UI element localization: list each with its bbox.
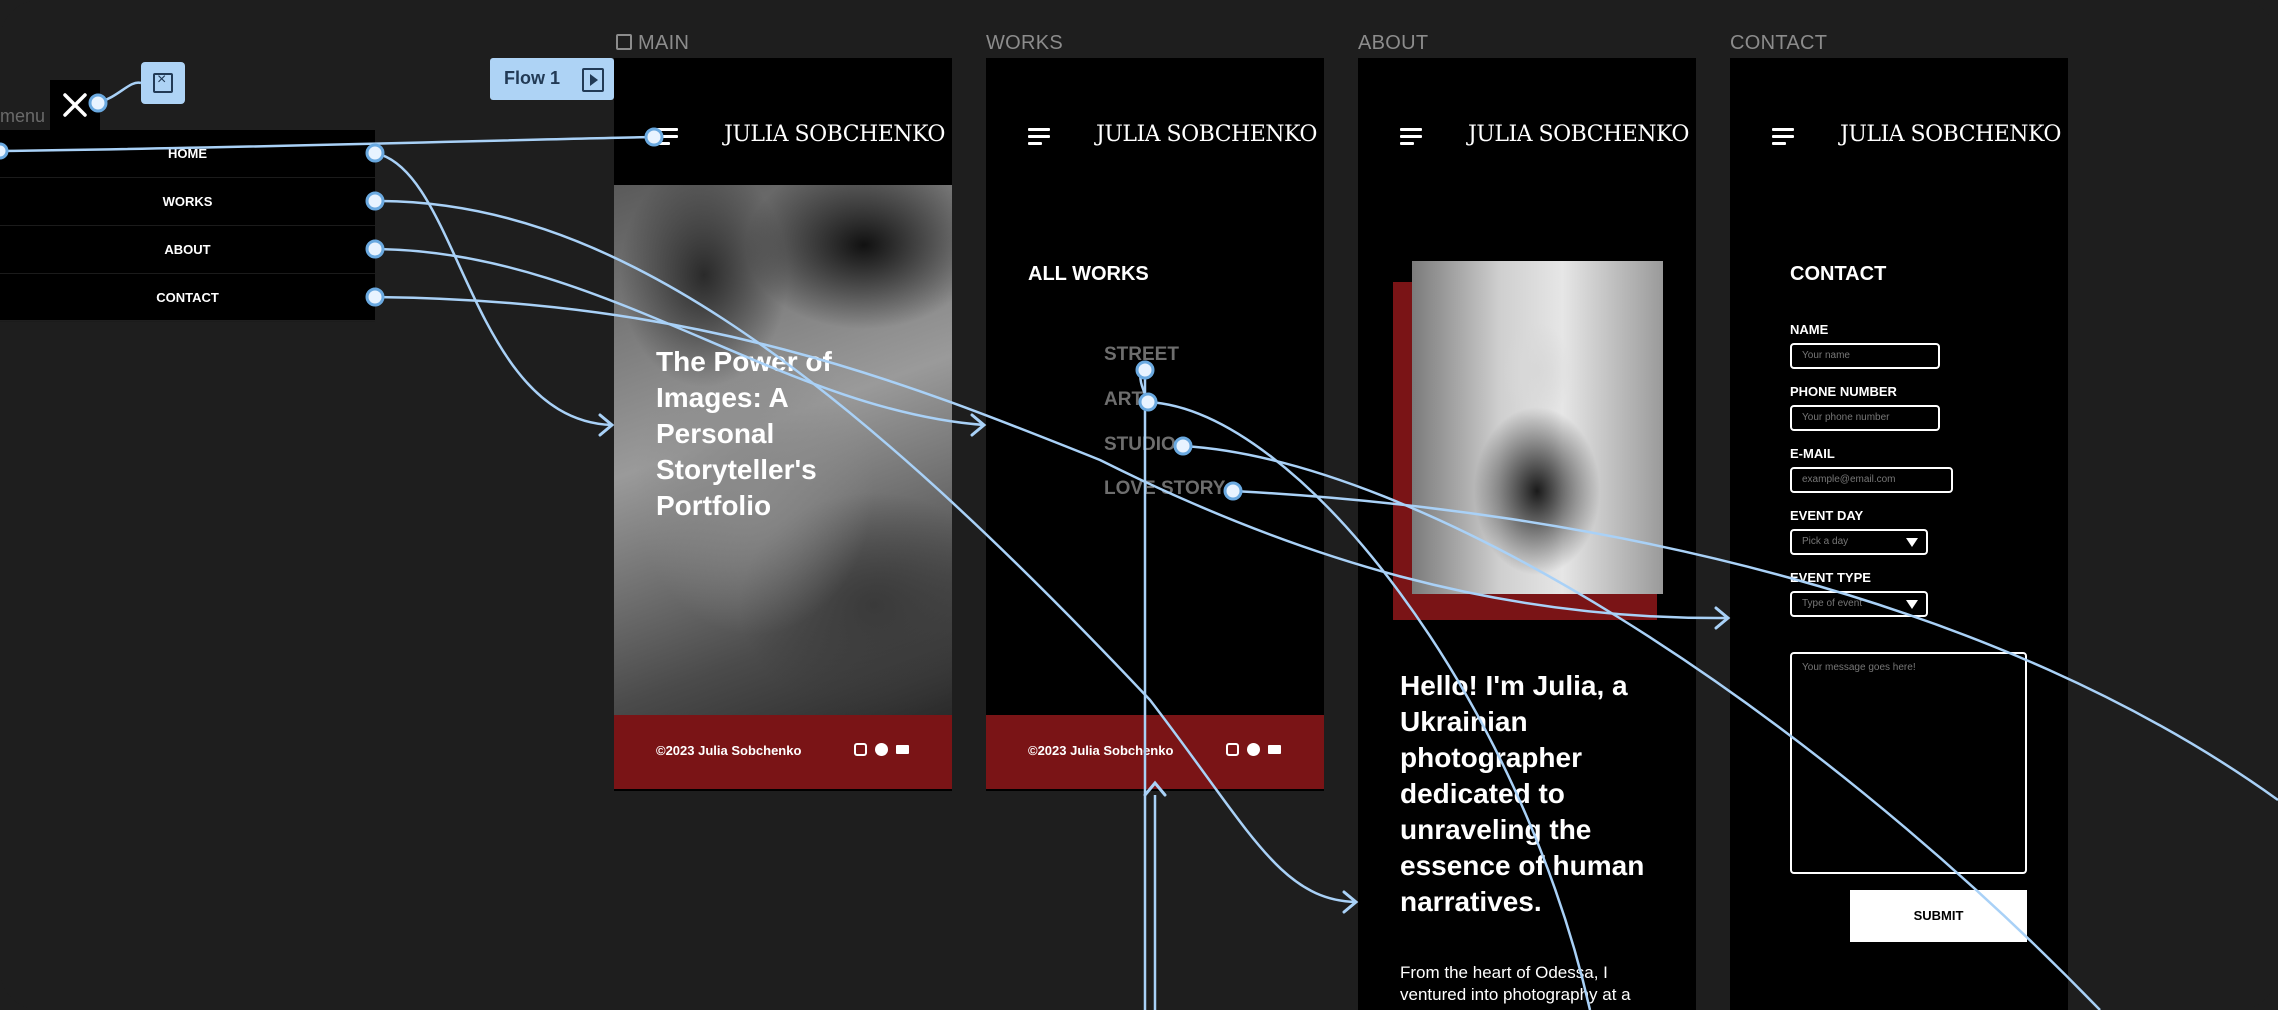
connector-node[interactable] bbox=[1138, 392, 1158, 412]
connector-node[interactable] bbox=[88, 93, 108, 113]
connector-line bbox=[1182, 444, 2101, 1010]
connector-node[interactable] bbox=[365, 191, 385, 211]
prototype-connectors bbox=[0, 81, 2278, 1010]
connector-node[interactable] bbox=[1223, 481, 1243, 501]
connector-line bbox=[374, 199, 1357, 904]
connector-line bbox=[1147, 400, 1592, 1010]
connector-node[interactable] bbox=[644, 127, 664, 147]
connector-node[interactable] bbox=[365, 143, 385, 163]
connector-line bbox=[0, 135, 655, 153]
connector-node[interactable] bbox=[0, 142, 9, 160]
connector-line bbox=[1232, 489, 2278, 802]
connector-node[interactable] bbox=[1135, 360, 1155, 380]
connector-line bbox=[374, 295, 1729, 620]
connector-node[interactable] bbox=[365, 239, 385, 259]
connector-node[interactable] bbox=[365, 287, 385, 307]
connector-line bbox=[374, 247, 985, 427]
arrowhead-icon bbox=[1143, 780, 1167, 797]
prototype-canvas[interactable]: MAIN WORKS ABOUT CONTACT JULIA SOBCHENKO… bbox=[0, 0, 2278, 1010]
connector-node[interactable] bbox=[1173, 436, 1193, 456]
